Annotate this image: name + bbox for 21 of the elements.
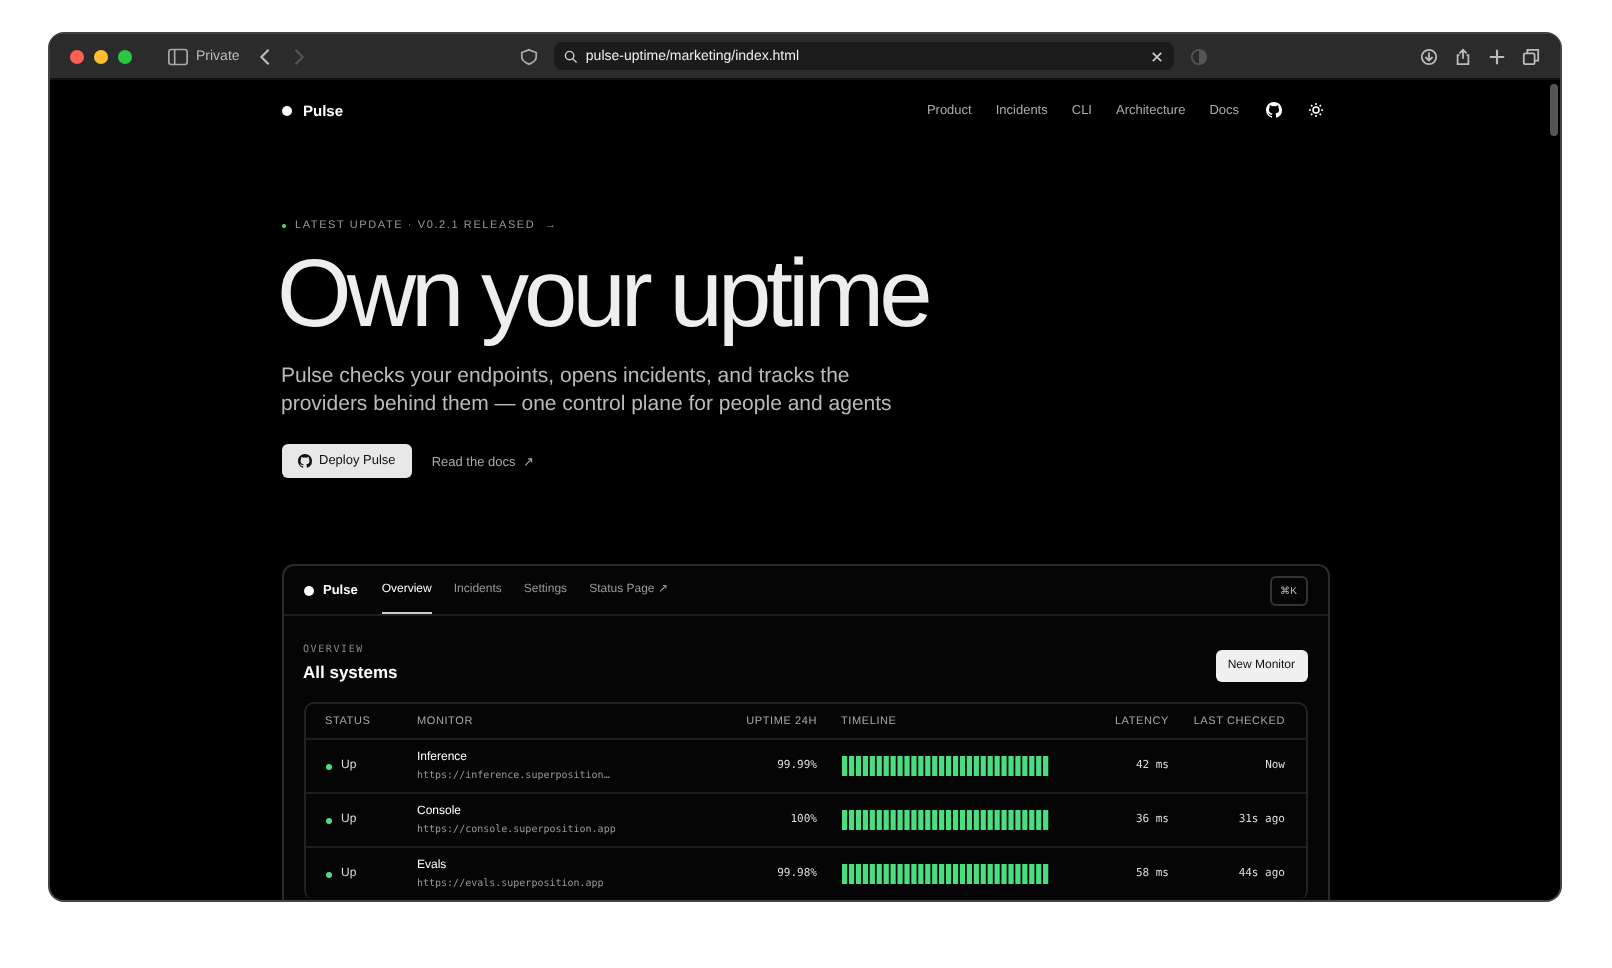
github-icon[interactable] — [1265, 102, 1281, 118]
tabs-overview-icon[interactable] — [1522, 47, 1541, 65]
clear-icon[interactable] — [1149, 49, 1164, 63]
brand-dot-icon — [303, 585, 313, 595]
search-icon — [563, 49, 578, 63]
sidebar-icon[interactable] — [168, 47, 188, 65]
download-icon[interactable] — [1420, 47, 1439, 65]
hero-subtitle: Pulse checks your endpoints, opens incidents, and tracks the providers behind them — one control plane for people and agents — [281, 362, 894, 418]
zoom-window-button[interactable] — [118, 49, 132, 63]
sun-icon[interactable] — [1307, 102, 1323, 118]
back-icon[interactable] — [255, 47, 274, 65]
hero-title: Own your uptime — [277, 242, 931, 350]
share-icon[interactable] — [1454, 47, 1473, 65]
section-title: All systems — [303, 662, 398, 682]
scrollbar-thumb[interactable] — [1550, 84, 1558, 136]
minimize-window-button[interactable] — [94, 49, 108, 63]
plus-icon[interactable] — [1488, 47, 1507, 65]
github-icon — [297, 454, 311, 468]
shield-icon[interactable] — [519, 47, 538, 65]
close-window-button[interactable] — [70, 49, 84, 63]
brand-dot-icon — [281, 105, 291, 115]
